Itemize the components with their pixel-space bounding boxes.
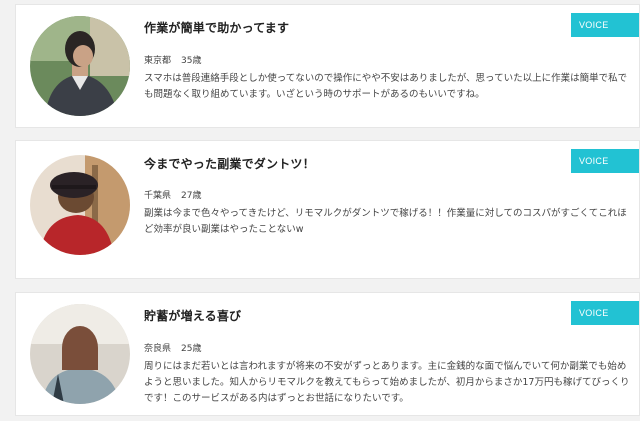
avatar — [30, 16, 130, 116]
location-label: 奈良県 — [144, 344, 172, 354]
woman-in-hat-photo — [30, 155, 130, 255]
age-label: 25歳 — [181, 344, 202, 354]
testimonial-title: 貯蓄が増える喜び — [144, 309, 242, 323]
age-label: 35歳 — [181, 56, 202, 66]
testimonial-meta: 千葉県 27歳 — [144, 188, 201, 201]
testimonial-meta: 東京都 35歳 — [144, 53, 201, 66]
testimonial-body: 周りにはまだ若いとは言われますが将来の不安がずっとあります。主に金銭的な面で悩ん… — [144, 361, 630, 404]
testimonial-title: 作業が簡単で助かってます — [144, 21, 290, 35]
testimonial-title: 今までやった副業でダントツ！ — [144, 157, 315, 171]
testimonial-body: 副業は今まで色々やってきたけど、リモマルクがダントツで稼げる！！作業量に対しての… — [144, 208, 627, 235]
testimonial-body: スマホは普段連絡手段としか使ってないので操作にやや不安はありましたが、思っていた… — [144, 73, 628, 100]
location-label: 東京都 — [144, 56, 172, 66]
testimonial-meta: 奈良県 25歳 — [144, 341, 201, 354]
voice-badge: VOICE — [571, 149, 639, 173]
location-label: 千葉県 — [144, 191, 172, 201]
testimonial-card: 作業が簡単で助かってます 東京都 35歳 スマホは普段連絡手段としか使ってないので… — [15, 4, 640, 128]
man-in-suit-photo — [30, 16, 130, 116]
testimonial-card: 今までやった副業でダントツ！ 千葉県 27歳 副業は今まで色々やってきたけど、リモ… — [15, 140, 640, 279]
woman-back-view-photo — [30, 304, 130, 404]
voice-badge: VOICE — [571, 13, 639, 37]
age-label: 27歳 — [181, 191, 202, 201]
voice-badge: VOICE — [571, 301, 639, 325]
testimonial-card: 貯蓄が増える喜び 奈良県 25歳 周りにはまだ若いとは言われますが将来の不安がずっ… — [15, 292, 640, 416]
avatar — [30, 304, 130, 404]
avatar — [30, 155, 130, 255]
